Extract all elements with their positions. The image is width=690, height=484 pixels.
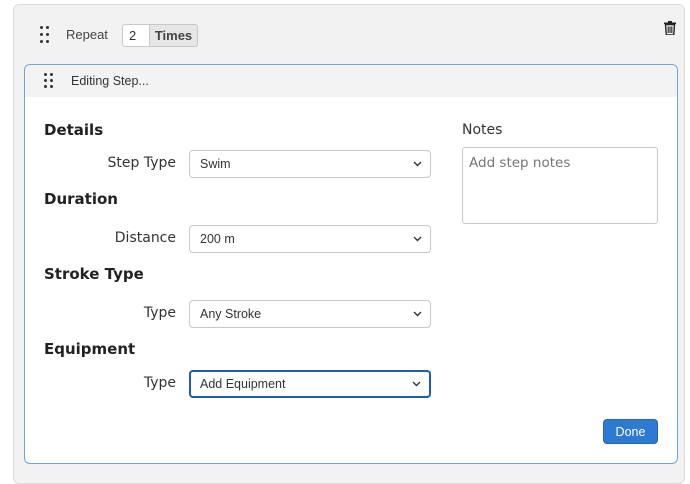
stroke-type-value: Any Stroke [200, 307, 262, 321]
step-editor-header: Editing Step... [25, 65, 677, 97]
distance-label: Distance [114, 230, 176, 246]
times-button[interactable]: Times [150, 24, 198, 47]
repeat-count-input[interactable] [122, 24, 150, 47]
repeat-label: Repeat [66, 27, 108, 42]
equipment-heading: Equipment [44, 340, 136, 358]
step-type-value: Swim [200, 157, 231, 171]
step-type-select[interactable]: Swim [189, 150, 431, 178]
notes-textarea[interactable] [462, 147, 658, 224]
step-editor-card: Editing Step... Details Step Type Swim D… [24, 64, 678, 464]
equipment-select[interactable]: Add Equipment [189, 370, 431, 398]
distance-value: 200 m [200, 232, 235, 246]
repeat-block: Repeat Times Editing Step... Details Ste… [13, 4, 685, 484]
stroke-type-label: Type [143, 305, 176, 321]
step-type-label: Step Type [107, 155, 176, 171]
stroke-type-select[interactable]: Any Stroke [189, 300, 431, 328]
chevron-down-icon [412, 381, 421, 387]
chevron-down-icon [413, 311, 422, 317]
notes-label: Notes [462, 122, 503, 138]
duration-heading: Duration [44, 190, 118, 208]
equipment-type-label: Type [143, 375, 176, 391]
step-editor-title: Editing Step... [71, 74, 149, 88]
chevron-down-icon [413, 161, 422, 167]
chevron-down-icon [413, 236, 422, 242]
done-button[interactable]: Done [603, 419, 658, 444]
distance-select[interactable]: 200 m [189, 225, 431, 253]
details-heading: Details [44, 121, 104, 139]
drag-handle-icon[interactable] [44, 73, 54, 91]
equipment-value: Add Equipment [200, 377, 286, 391]
trash-icon[interactable] [664, 21, 676, 35]
drag-handle-icon[interactable] [40, 26, 50, 44]
stroke-type-heading: Stroke Type [44, 265, 144, 283]
